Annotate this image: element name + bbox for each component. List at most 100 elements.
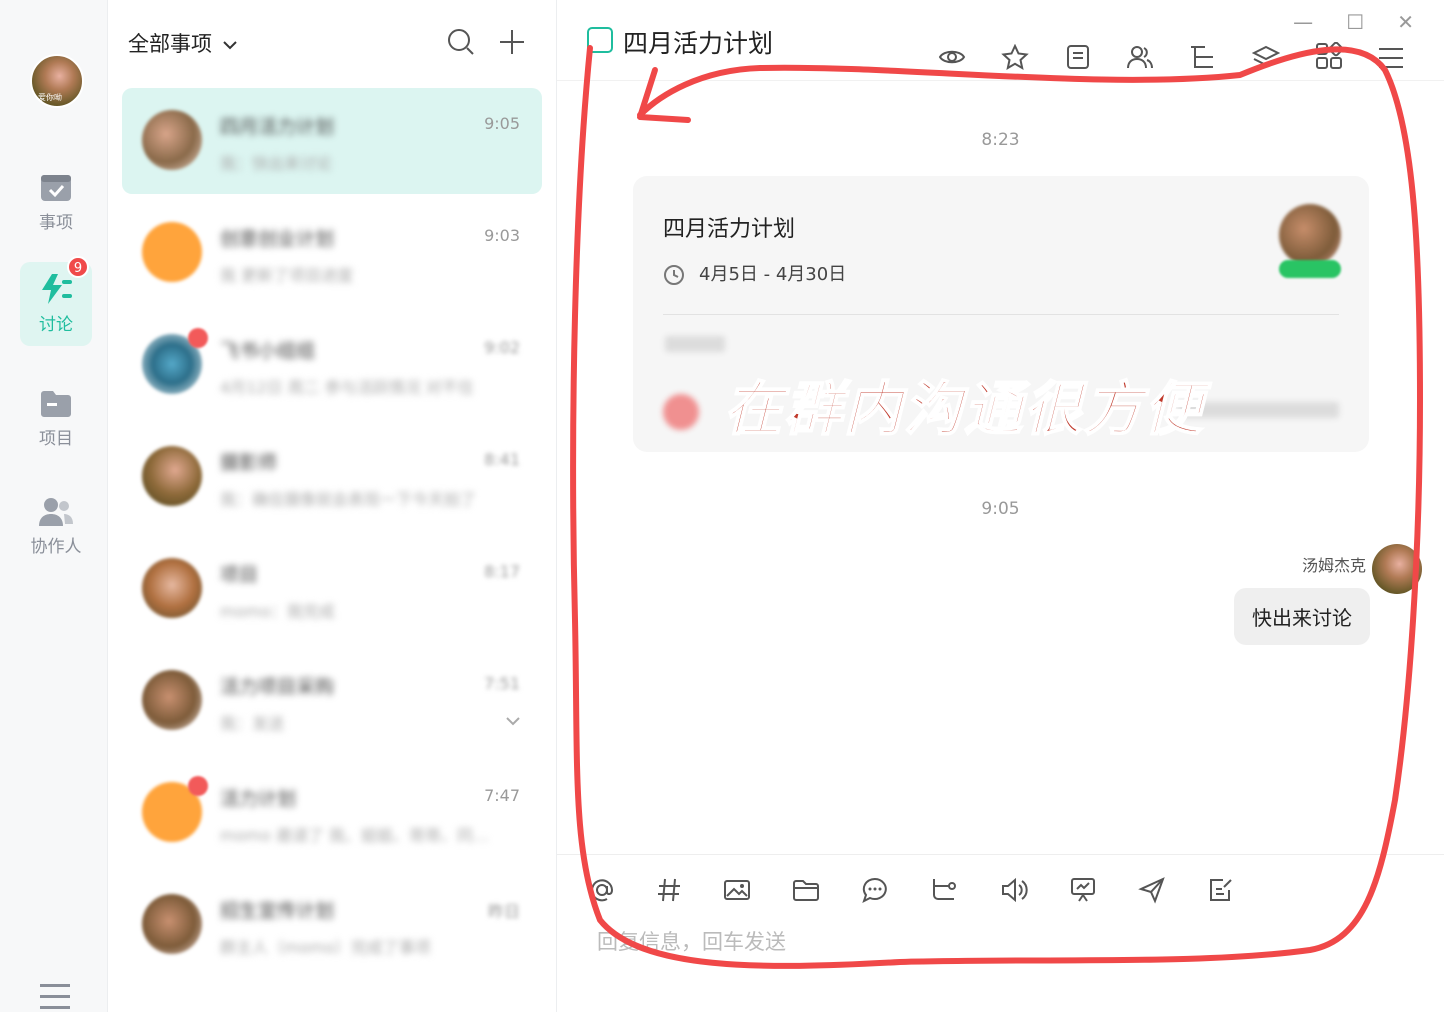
message-timestamp: 8:23 bbox=[981, 130, 1020, 150]
contacts-icon bbox=[39, 498, 73, 526]
chat-bubble-icon[interactable] bbox=[861, 876, 889, 904]
conversation-time: 7:51 bbox=[484, 674, 520, 693]
eye-icon[interactable] bbox=[938, 44, 966, 70]
conversation-preview: 4月12日 周二 参与活跃情况 对不住 bbox=[220, 378, 474, 397]
nav-label-tasks: 事项 bbox=[39, 213, 73, 233]
conversation-preview: 我：确信摄像就会表现一下今天拍了 bbox=[220, 490, 477, 509]
hamburger-menu-icon[interactable] bbox=[40, 984, 72, 1010]
note-icon[interactable] bbox=[1065, 44, 1091, 70]
chat-title: 四月活力计划 bbox=[623, 29, 774, 58]
image-icon[interactable] bbox=[723, 876, 751, 904]
conversation-name: 四月活力计划 bbox=[220, 116, 335, 138]
conversation-preview: momo 邀请了 我、姐姐、哥哥、同… bbox=[220, 826, 489, 845]
conversation-time: 8:41 bbox=[484, 450, 520, 469]
list-item[interactable]: 创意创业计划 我 更新了项目进度 9:03 bbox=[122, 200, 542, 306]
nav-item-collaborators[interactable]: 协作人 bbox=[20, 484, 92, 568]
list-item[interactable]: 活力计划 momo 邀请了 我、姐姐、哥哥、同… 7:47 bbox=[122, 760, 542, 866]
list-item[interactable]: 飞书小组组 4月12日 周二 参与活跃情况 对不住 9:02 bbox=[122, 312, 542, 418]
message-bubble: 快出来讨论 bbox=[1234, 588, 1370, 645]
unread-dot bbox=[188, 776, 208, 796]
list-item[interactable]: 项目 momo：我完成 8:17 bbox=[122, 536, 542, 642]
conversation-preview: 我 更新了项目进度 bbox=[220, 266, 354, 285]
conversation-name: 项目 bbox=[220, 564, 259, 586]
sender-avatar[interactable] bbox=[1372, 544, 1422, 594]
apps-grid-icon[interactable] bbox=[1315, 41, 1344, 70]
nav-label-discussion: 讨论 bbox=[39, 315, 73, 335]
message-sender: 汤姆杰克 bbox=[1301, 556, 1366, 575]
message-timestamp: 9:05 bbox=[981, 499, 1020, 519]
overlay-caption: 在群内沟通很方便 bbox=[723, 374, 1205, 444]
conversation-time: 昨日 bbox=[487, 902, 520, 921]
conversation-time: 9:02 bbox=[484, 338, 520, 357]
conversation-time: 7:47 bbox=[484, 786, 520, 805]
list-item[interactable]: 招生宣传计划 群主人（momo）完成了事项 昨日 bbox=[122, 872, 542, 978]
conversation-preview: 我：快出来讨论 bbox=[220, 154, 333, 173]
hash-icon[interactable] bbox=[656, 876, 682, 904]
vote-icon[interactable] bbox=[1069, 876, 1097, 904]
folder-icon bbox=[41, 391, 71, 417]
voice-icon[interactable] bbox=[1000, 876, 1028, 904]
card-blurred-avatar bbox=[663, 394, 699, 430]
input-divider bbox=[557, 854, 1444, 855]
maximize-button[interactable]: ☐ bbox=[1346, 10, 1364, 34]
conversation-name: 飞书小组组 bbox=[220, 340, 316, 362]
message-input[interactable]: 回复信息，回车发送 bbox=[597, 926, 786, 956]
filter-dropdown[interactable]: 全部事项 bbox=[128, 28, 237, 58]
conversation-avatar bbox=[142, 558, 202, 618]
at-icon[interactable] bbox=[589, 876, 615, 904]
folder-icon[interactable] bbox=[792, 876, 820, 904]
edit-icon[interactable] bbox=[1207, 876, 1235, 904]
nav-label-collaborators: 协作人 bbox=[30, 537, 82, 557]
conversation-name: 活力项目采购 bbox=[220, 676, 335, 698]
conversation-avatar bbox=[142, 894, 202, 954]
chat-toolbar bbox=[908, 41, 1404, 74]
task-checkbox[interactable] bbox=[587, 27, 613, 53]
card-avatar bbox=[1279, 204, 1341, 266]
unread-badge: 9 bbox=[67, 256, 89, 278]
discussion-icon bbox=[42, 274, 72, 304]
tree-icon[interactable] bbox=[1189, 44, 1217, 70]
chevron-down-icon bbox=[222, 41, 237, 50]
star-icon[interactable] bbox=[1001, 43, 1030, 71]
flow-icon[interactable] bbox=[930, 876, 958, 904]
conversation-avatar bbox=[142, 670, 202, 730]
conversation-avatar bbox=[142, 110, 202, 170]
search-icon[interactable] bbox=[447, 28, 475, 56]
calendar-check-icon bbox=[41, 175, 71, 201]
conversation-time: 9:05 bbox=[484, 114, 520, 133]
nav-item-discussion[interactable]: 9 讨论 bbox=[20, 256, 92, 346]
list-item[interactable]: 摄影师 我：确信摄像就会表现一下今天拍了 8:41 bbox=[122, 424, 542, 530]
conversation-preview: momo：我完成 bbox=[220, 602, 335, 621]
filter-label: 全部事项 bbox=[128, 32, 212, 56]
chevron-down-icon[interactable] bbox=[506, 716, 520, 726]
conversation-preview: 群主人（momo）完成了事项 bbox=[220, 938, 431, 957]
members-icon[interactable] bbox=[1126, 44, 1154, 70]
card-title: 四月活力计划 bbox=[663, 217, 796, 242]
card-date-range: 4月5日 - 4月30日 bbox=[699, 264, 847, 285]
nav-item-projects[interactable]: 项目 bbox=[20, 376, 92, 460]
nav-item-tasks[interactable]: 事项 bbox=[20, 160, 92, 244]
conversation-name: 招生宣传计划 bbox=[220, 900, 335, 922]
conversation-name: 创意创业计划 bbox=[220, 228, 335, 250]
conversation-time: 9:03 bbox=[484, 226, 520, 245]
card-divider bbox=[663, 314, 1339, 315]
conversation-time: 8:17 bbox=[484, 562, 520, 581]
card-member-tag bbox=[1279, 260, 1341, 278]
add-icon[interactable] bbox=[498, 28, 526, 56]
close-button[interactable]: ✕ bbox=[1397, 10, 1414, 34]
list-item[interactable]: 四月活力计划 我：快出来讨论 9:05 bbox=[122, 88, 542, 194]
input-toolbar bbox=[589, 876, 1271, 908]
chat-pane: 四月活力计划 — ☐ ✕ 8:23 四月活力计划 4月5日 - 4月30日 9:… bbox=[557, 0, 1444, 1012]
layers-icon[interactable] bbox=[1251, 44, 1281, 70]
list-item[interactable]: 活力项目采购 我：发送 7:51 bbox=[122, 648, 542, 754]
conversation-preview: 我：发送 bbox=[220, 714, 285, 733]
window-controls: — ☐ ✕ bbox=[1265, 10, 1414, 34]
conversation-name: 活力计划 bbox=[220, 788, 297, 810]
card-blurred-comment-count bbox=[665, 336, 725, 352]
nav-label-projects: 项目 bbox=[39, 429, 73, 449]
send-icon[interactable] bbox=[1137, 876, 1166, 904]
menu-icon[interactable] bbox=[1378, 46, 1404, 70]
minimize-button[interactable]: — bbox=[1293, 10, 1313, 34]
user-avatar[interactable]: 爱你呦 bbox=[30, 54, 84, 108]
avatar-caption: 爱你呦 bbox=[38, 93, 62, 102]
